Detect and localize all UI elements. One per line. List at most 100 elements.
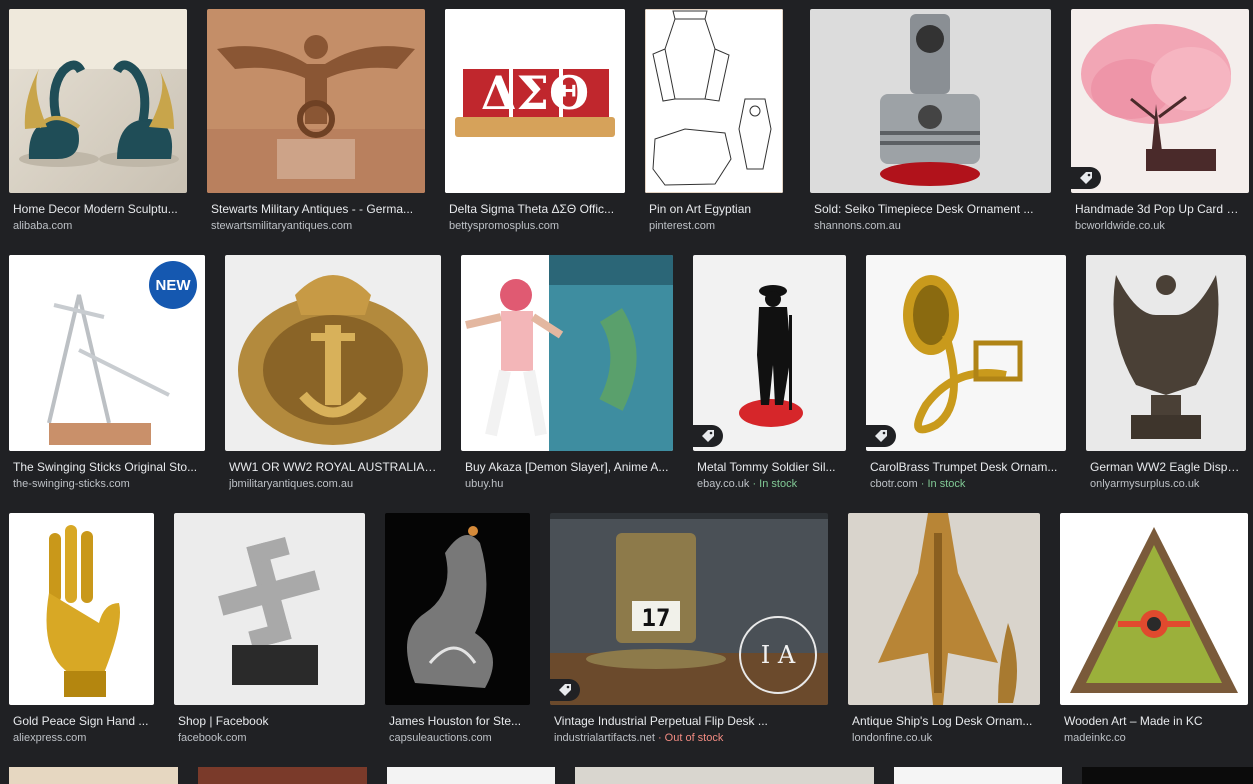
result-thumbnail[interactable]	[174, 513, 365, 705]
result-thumbnail[interactable]	[207, 9, 425, 193]
result-thumbnail[interactable]	[810, 9, 1051, 193]
result-tile[interactable]: Shop | Facebook facebook.com	[174, 513, 365, 747]
result-source: facebook.com	[178, 732, 247, 744]
result-thumbnail-partial[interactable]	[1082, 767, 1253, 784]
swan-sculpture-image	[9, 9, 187, 193]
result-source: industrialartifacts.net · Out of stock	[554, 732, 724, 744]
result-thumbnail[interactable]	[225, 255, 441, 451]
brass-trumpet-image	[866, 255, 1066, 451]
result-tile[interactable]: CarolBrass Trumpet Desk Ornam... cbotr.c…	[866, 255, 1066, 493]
result-title[interactable]: Delta Sigma Theta ΔΣΘ Offic...	[449, 202, 621, 216]
result-tile[interactable]: Buy Akaza [Demon Slayer], Anime A... ubu…	[461, 255, 673, 493]
result-tile[interactable]: Stewarts Military Antiques - - Germa... …	[207, 9, 425, 241]
new-badge: NEW	[149, 261, 197, 309]
result-tile[interactable]: Metal Tommy Soldier Sil... ebay.co.uk · …	[693, 255, 846, 493]
result-source: bcworldwide.co.uk	[1075, 220, 1165, 232]
coffin-template-image	[645, 9, 783, 193]
result-thumbnail-partial[interactable]	[575, 767, 874, 784]
result-title[interactable]: The Swinging Sticks Original Sto...	[13, 460, 201, 474]
product-tag-badge	[866, 425, 896, 447]
result-title[interactable]: Pin on Art Egyptian	[649, 202, 779, 216]
result-thumbnail[interactable]	[9, 9, 187, 193]
metal-sculpture-image	[174, 513, 365, 705]
result-title[interactable]: Shop | Facebook	[178, 714, 361, 728]
result-title[interactable]: Gold Peace Sign Hand ...	[13, 714, 150, 728]
stock-status: · Out of stock	[654, 732, 724, 744]
result-tile[interactable]: Handmade 3d Pop Up Card C... bcworldwide…	[1071, 9, 1249, 241]
result-tile[interactable]: NEW The Swinging Sticks Original Sto... …	[9, 255, 205, 493]
result-tile[interactable]: James Houston for Ste... capsuleauctions…	[385, 513, 530, 747]
result-title[interactable]: Handmade 3d Pop Up Card C...	[1075, 202, 1245, 216]
ship-log-ornament-image	[848, 513, 1040, 705]
result-thumbnail[interactable]	[385, 513, 530, 705]
result-source: madeinkc.co	[1064, 732, 1126, 744]
result-source: londonfine.co.uk	[852, 732, 933, 744]
stock-status: · In stock	[917, 478, 966, 490]
stock-status: · In stock	[749, 478, 798, 490]
piston-clock-image	[810, 9, 1051, 193]
result-tile[interactable]: WW1 OR WW2 ROYAL AUSTRALIAN ... jbmilita…	[225, 255, 441, 493]
result-thumbnail[interactable]	[693, 255, 846, 451]
result-thumbnail[interactable]	[9, 513, 154, 705]
result-thumbnail[interactable]	[1060, 513, 1248, 705]
result-title[interactable]: Metal Tommy Soldier Sil...	[697, 460, 842, 474]
result-title[interactable]: Vintage Industrial Perpetual Flip Desk .…	[554, 714, 824, 728]
greek-letters-image: ΔΣΘ	[445, 9, 625, 193]
result-title[interactable]: James Houston for Ste...	[389, 714, 526, 728]
result-tile[interactable]: Pin on Art Egyptian pinterest.com	[645, 9, 783, 241]
result-source: stewartsmilitaryantiques.com	[211, 220, 353, 232]
result-thumbnail[interactable]	[1086, 255, 1246, 451]
wooden-triangle-art-image	[1060, 513, 1248, 705]
result-source: ubuy.hu	[465, 478, 504, 490]
result-title[interactable]: German WW2 Eagle Displa...	[1090, 460, 1242, 474]
result-tile[interactable]: German WW2 Eagle Displa... onlyarmysurpl…	[1086, 255, 1246, 493]
watermark-text: I A	[761, 641, 796, 669]
result-title[interactable]: Home Decor Modern Sculptu...	[13, 202, 183, 216]
result-thumbnail[interactable]: 17 I A	[550, 513, 828, 705]
tag-icon	[1080, 172, 1092, 184]
tag-icon	[875, 430, 887, 442]
result-thumbnail[interactable]	[866, 255, 1066, 451]
soldier-silhouette-image	[693, 255, 846, 451]
eagle-statue-image	[207, 9, 425, 193]
result-source: pinterest.com	[649, 220, 716, 232]
result-source: aliexpress.com	[13, 732, 87, 744]
naval-badge-image	[225, 255, 441, 451]
result-title[interactable]: Buy Akaza [Demon Slayer], Anime A...	[465, 460, 669, 474]
result-title[interactable]: Sold: Seiko Timepiece Desk Ornament ...	[814, 202, 1047, 216]
result-thumbnail[interactable]: ΔΣΘ	[445, 9, 625, 193]
result-title[interactable]: Stewarts Military Antiques - - Germa...	[211, 202, 421, 216]
result-tile[interactable]: 17 I A Vintage Industrial Perpetual Flip…	[550, 513, 828, 747]
result-source: jbmilitaryantiques.com.au	[229, 478, 354, 490]
result-source: alibaba.com	[13, 220, 73, 232]
result-thumbnail[interactable]	[461, 255, 673, 451]
result-tile[interactable]: Gold Peace Sign Hand ... aliexpress.com	[9, 513, 154, 747]
result-thumbnail[interactable]	[1071, 9, 1249, 193]
tag-icon	[559, 684, 571, 696]
result-thumbnail-partial[interactable]	[198, 767, 367, 784]
result-title[interactable]: Antique Ship's Log Desk Ornam...	[852, 714, 1036, 728]
result-source: onlyarmysurplus.co.uk	[1090, 478, 1200, 490]
flip-calendar-image: 17 I A	[550, 513, 828, 705]
result-title[interactable]: CarolBrass Trumpet Desk Ornam...	[870, 460, 1062, 474]
result-tile[interactable]: ΔΣΘ Delta Sigma Theta ΔΣΘ Offic... betty…	[445, 9, 625, 241]
result-thumbnail-partial[interactable]	[9, 767, 178, 784]
result-thumbnail[interactable]: NEW	[9, 255, 205, 451]
result-tile[interactable]: Sold: Seiko Timepiece Desk Ornament ... …	[810, 9, 1051, 241]
result-thumbnail[interactable]	[848, 513, 1040, 705]
result-thumbnail-partial[interactable]	[894, 767, 1062, 784]
result-tile[interactable]: Home Decor Modern Sculptu... alibaba.com	[9, 9, 187, 241]
result-source: ebay.co.uk · In stock	[697, 478, 798, 490]
eagle-display-image	[1086, 255, 1246, 451]
product-tag-badge	[550, 679, 580, 701]
anime-figure-image	[461, 255, 673, 451]
result-thumbnail[interactable]	[645, 9, 783, 193]
product-tag-badge	[693, 425, 723, 447]
result-source: bettyspromosplus.com	[449, 220, 560, 232]
result-source: the-swinging-sticks.com	[13, 478, 130, 490]
result-thumbnail-partial[interactable]	[387, 767, 555, 784]
result-tile[interactable]: Wooden Art – Made in KC madeinkc.co	[1060, 513, 1248, 747]
result-title[interactable]: Wooden Art – Made in KC	[1064, 714, 1244, 728]
result-title[interactable]: WW1 OR WW2 ROYAL AUSTRALIAN ...	[229, 460, 437, 474]
result-tile[interactable]: Antique Ship's Log Desk Ornam... londonf…	[848, 513, 1040, 747]
